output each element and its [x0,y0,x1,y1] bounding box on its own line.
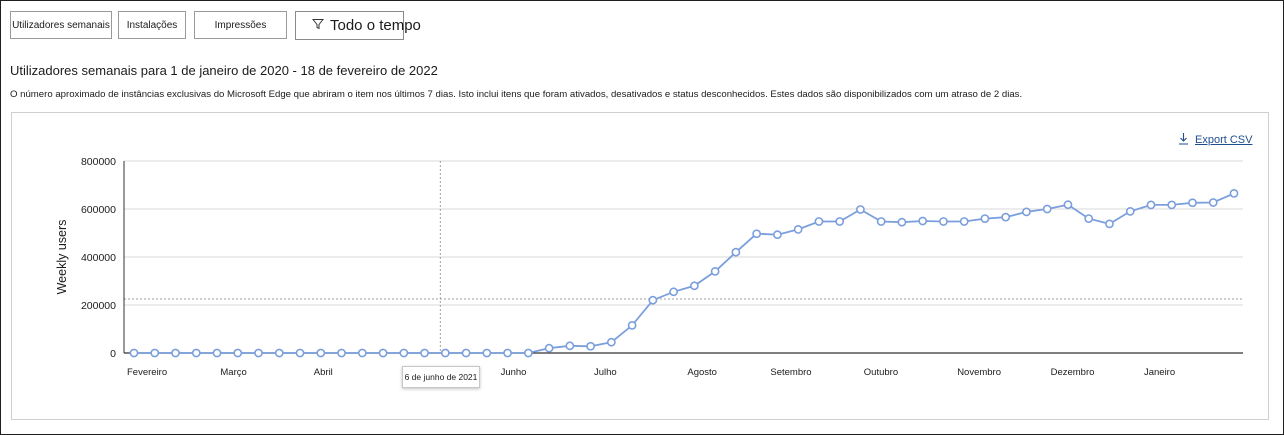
data-point [918,216,928,226]
grid-lines [124,160,1243,353]
data-point [1084,214,1094,223]
data-point [191,348,201,358]
data-point [1063,200,1073,210]
x-tick-label: Março [220,367,246,378]
data-point [710,266,720,276]
data-point [1167,200,1177,210]
data-point [212,348,222,358]
x-tick-label: Julho [594,367,617,378]
data-point [731,247,741,257]
y-tick-label: 600000 [81,204,116,216]
data-point [689,281,699,291]
data-point [544,343,554,353]
x-tick-label: Novembro [957,367,1001,378]
data-point [295,348,305,358]
data-point [648,295,658,305]
data-point [378,348,388,358]
data-point [772,230,782,240]
data-point [440,348,450,358]
data-point [1229,188,1239,198]
y-axis-label: Weekly users [55,220,69,295]
data-point [876,217,886,226]
data-point [129,348,139,358]
data-point [565,341,575,351]
data-point [357,348,367,358]
data-point [1042,204,1052,214]
data-point [793,224,803,234]
data-point [1188,198,1197,208]
data-point [150,348,160,358]
x-tick-label: Outubro [864,367,898,378]
data-point [586,341,596,351]
data-point [752,229,762,239]
data-point [897,217,907,227]
data-point [1001,212,1011,222]
series-line [134,192,1235,354]
data-point [316,348,326,358]
data-point [669,287,679,297]
data-point [461,348,471,358]
data-point [482,348,492,358]
data-point [835,217,845,226]
series-path [134,192,1235,354]
data-point [606,337,616,347]
data-point [337,348,346,358]
data-point [939,217,948,226]
x-tick-label: Fevereiro [127,367,167,378]
series-points [129,188,1239,358]
data-point [399,348,409,358]
data-point [420,348,429,358]
data-point [856,205,865,214]
x-tick-label: Setembro [770,367,811,378]
data-point [959,217,969,226]
x-tick-label: Agosto [687,367,717,378]
x-tick-label: Dezembro [1051,367,1095,378]
data-point [1105,219,1114,229]
data-point [627,320,637,330]
data-point [171,348,180,358]
y-tick-label: 400000 [81,252,116,264]
data-point [980,214,990,223]
data-point [1125,206,1135,216]
x-tick-label: Junho [501,367,527,378]
y-tick-label: 0 [110,348,116,360]
data-point [1208,198,1218,207]
data-point [1146,200,1156,210]
data-point [503,348,512,358]
weekly-users-chart: 0 200000 400000 600000 800000 Fevereiro Março A… [55,156,1243,378]
hover-date-label: 6 de junho de 2021 [402,366,480,388]
x-tick-label: Janeiro [1144,367,1175,378]
y-tick-label: 800000 [81,156,116,168]
data-point [1022,207,1031,217]
data-point [523,348,533,358]
data-point [274,348,284,358]
tick-labels: 0 200000 400000 600000 800000 Fevereiro Março A… [81,156,1175,378]
y-tick-label: 200000 [81,300,116,312]
data-point [814,217,824,226]
data-point [254,348,263,358]
x-tick-label: Abril [314,367,333,378]
data-point [233,348,243,358]
